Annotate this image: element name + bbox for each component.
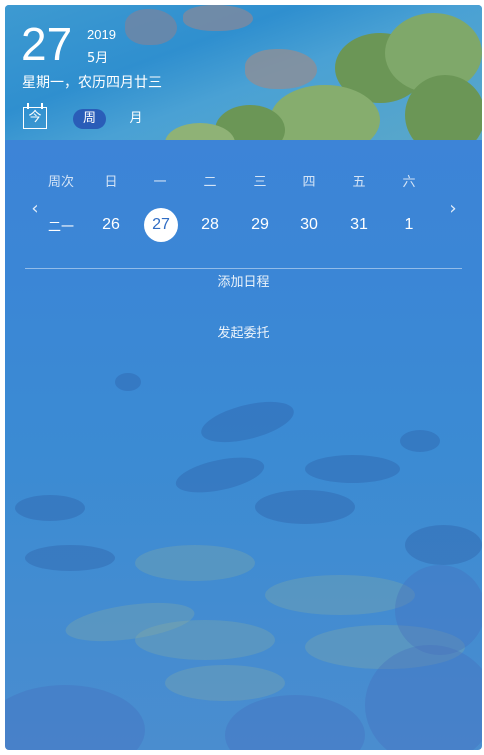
fish-decoration [172,450,268,500]
calendar-day[interactable]: 29 [243,208,277,242]
weekday-tue: 二 [203,175,217,190]
weekday-fri: 五 [352,175,366,190]
calendar-day-selected[interactable]: 27 [144,208,178,242]
add-schedule-button[interactable]: 添加日程 [5,271,482,290]
fish-decoration [165,665,285,701]
current-year: 2019 [87,27,116,42]
header-photo: 27 2019 5月 星期一，农历四月廿三 今 周 月 [5,5,482,140]
rock-decoration [245,49,317,89]
calendar-day[interactable]: 31 [342,208,376,242]
fish-decoration [15,495,85,521]
calendar-day[interactable]: 28 [193,208,227,242]
weekday-thu: 四 [302,175,316,190]
weekday-wed: 三 [253,175,267,190]
weekday-sat: 六 [402,175,416,190]
fish-decoration [197,394,298,450]
divider [25,268,462,269]
calendar-peg-icon [41,103,43,109]
calendar-widget: 27 2019 5月 星期一，农历四月廿三 今 周 月 周次 日 一 二 三 四… [5,5,482,750]
week-number: 二一 [47,220,74,235]
fish-decoration [405,525,482,565]
fish-decoration [25,545,115,571]
weekday-sun: 日 [104,175,118,190]
calendar-day[interactable]: 26 [94,208,128,242]
rock-decoration [183,5,253,31]
coral-decoration [5,685,145,750]
fish-decoration [135,620,275,660]
fish-decoration [305,455,400,483]
today-button-label: 今 [28,110,42,125]
calendar-peg-icon [27,103,29,109]
month-view-button[interactable]: 月 [126,109,146,129]
delegate-button[interactable]: 发起委托 [5,322,482,341]
weekday-mon: 一 [153,175,167,190]
fish-decoration [400,430,440,452]
current-day: 27 [21,18,73,70]
coral-decoration [395,565,482,655]
chevron-right-icon[interactable]: › [444,198,462,220]
week-number-header: 周次 [47,175,74,190]
rock-decoration [125,9,177,45]
lunar-date: 星期一，农历四月廿三 [22,75,162,91]
today-button[interactable]: 今 [23,103,47,129]
fish-decoration [115,373,141,391]
current-month: 5月 [87,51,109,66]
fish-decoration [265,575,415,615]
calendar-day[interactable]: 30 [292,208,326,242]
week-view-button[interactable]: 周 [73,109,106,129]
fish-decoration [135,545,255,581]
coral-decoration [225,695,365,750]
fish-decoration [255,490,355,524]
calendar-day[interactable]: 1 [392,208,426,242]
